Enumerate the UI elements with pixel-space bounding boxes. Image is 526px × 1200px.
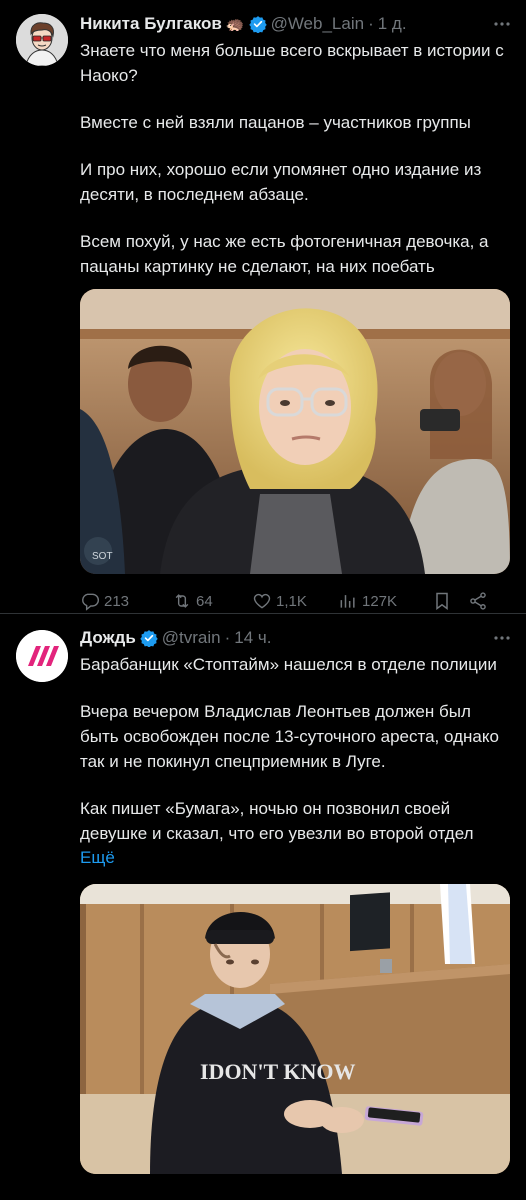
views-button[interactable]: 127K <box>338 591 432 611</box>
share-button[interactable] <box>468 591 488 611</box>
tweet-header: Дождь @tvrain · 14 ч. <box>80 626 512 650</box>
reply-icon <box>82 593 100 611</box>
tweet-paragraph: Барабанщик «Стоптайм» нашелся в отделе п… <box>80 655 497 674</box>
tweet-paragraph: Вместе с ней взяли пацанов – участников … <box>80 113 471 132</box>
avatar-drawing <box>16 14 68 66</box>
author-handle[interactable]: @tvrain <box>162 628 221 648</box>
tweet-paragraph: Как пишет «Бумага», ночью он позвонил св… <box>80 799 474 843</box>
tweet-paragraph: Всем похуй, у нас же есть фотогеничная д… <box>80 232 489 276</box>
dozhd-logo-icon <box>16 630 68 682</box>
tweet-photo[interactable]: SOT <box>80 289 510 574</box>
tweet-paragraph: Вчера вечером Владислав Леонтьев должен … <box>80 702 499 771</box>
author-handle[interactable]: @Web_Lain <box>271 14 365 34</box>
views-count: 127K <box>362 592 398 610</box>
tweet-text: Знаете что меня больше всего вскрывает в… <box>80 38 512 279</box>
tweet-time[interactable]: 14 ч. <box>234 628 271 648</box>
views-icon <box>340 595 355 608</box>
reply-count: 213 <box>104 592 130 610</box>
verified-icon <box>248 15 267 33</box>
verified-icon <box>140 629 158 647</box>
bookmark-icon <box>436 592 448 610</box>
reply-button[interactable]: 213 <box>80 591 172 611</box>
tweet-card[interactable]: Дождь @tvrain · 14 ч. Барабанщик «Стопта… <box>0 614 526 1199</box>
avatar[interactable] <box>16 630 68 682</box>
like-count: 1,1K <box>276 592 307 610</box>
tweet-paragraph: Знаете что меня больше всего вскрывает в… <box>80 41 504 85</box>
svg-text:SOT: SOT <box>92 551 113 562</box>
tweet-header: Никита Булгаков 🦔 @Web_Lain · 1 д. <box>80 12 512 36</box>
avatar[interactable] <box>16 14 68 66</box>
tweet-photo[interactable]: IDON'T KNOW <box>80 884 510 1174</box>
more-icon[interactable] <box>492 628 512 653</box>
bookmark-button[interactable] <box>432 591 468 611</box>
author-name[interactable]: Дождь <box>80 628 136 648</box>
more-icon[interactable] <box>492 14 512 39</box>
photo-courtroom-boy: IDON'T KNOW <box>80 884 510 1174</box>
like-button[interactable]: 1,1K <box>252 591 338 611</box>
show-more-link[interactable]: Ещё <box>80 846 512 870</box>
share-icon <box>470 592 486 610</box>
tweet-actions: 213 64 1,1K 127K <box>80 588 512 614</box>
photo-courtroom-girl: SOT <box>80 289 510 574</box>
separator-dot: · <box>368 14 374 33</box>
author-emoji: 🦔 <box>225 16 245 33</box>
shirt-print-text: IDON'T KNOW <box>200 1059 355 1084</box>
tweet-time[interactable]: 1 д. <box>378 14 407 34</box>
retweet-button[interactable]: 64 <box>172 591 252 611</box>
author-name[interactable]: Никита Булгаков <box>80 14 222 34</box>
like-icon <box>253 593 271 609</box>
tweet-card[interactable]: Никита Булгаков 🦔 @Web_Lain · 1 д. Знает… <box>0 0 526 614</box>
tweet-paragraph: И про них, хорошо если упомянет одно изд… <box>80 160 482 204</box>
retweet-count: 64 <box>196 592 213 610</box>
separator-dot: · <box>224 628 231 647</box>
tweet-text: Барабанщик «Стоптайм» нашелся в отделе п… <box>80 652 512 846</box>
retweet-icon <box>175 594 189 608</box>
